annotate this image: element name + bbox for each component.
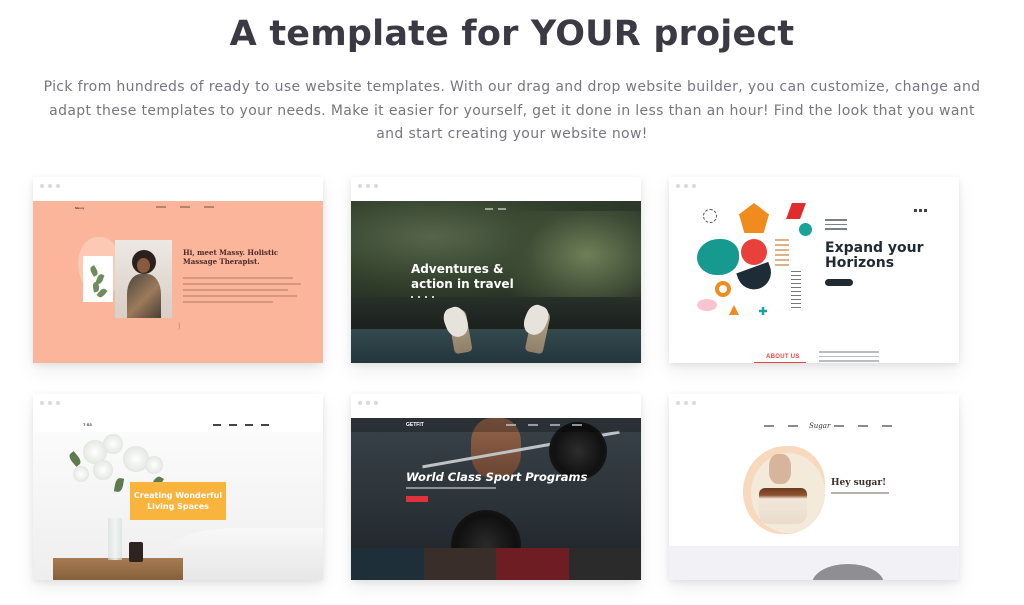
template-headline: Creating Wonderful Living Spaces	[130, 482, 226, 520]
window-dots	[40, 184, 60, 188]
template-preview: Expand your Horizons ABOUT US	[669, 201, 959, 363]
page-title: A template for YOUR project	[229, 14, 795, 54]
template-card-sport[interactable]: GETFIT World Class Sport Programs	[351, 394, 641, 580]
template-logo: GETFIT	[406, 422, 424, 428]
cta-button	[406, 496, 428, 502]
plant-image	[83, 256, 113, 302]
browser-chrome	[351, 177, 641, 201]
vase-image	[108, 518, 122, 560]
template-headline: Adventures & action in travel	[411, 262, 514, 291]
bed-image	[168, 528, 323, 580]
template-headline: Expand your Horizons	[825, 240, 924, 271]
template-headline: Hey sugar!	[831, 478, 887, 488]
section-label: ABOUT US	[766, 354, 800, 360]
template-card-massy[interactable]: Massy Hi, meet Massy. Holistic Massage T…	[33, 177, 323, 363]
template-preview: Massy Hi, meet Massy. Holistic Massage T…	[33, 201, 323, 363]
template-headline: Hi, meet Massy. Holistic Massage Therapi…	[183, 248, 279, 266]
candle-image	[129, 542, 143, 562]
template-preview: T·S3 Creating Wonderful Living Spaces	[33, 418, 323, 580]
window-dots	[358, 401, 378, 405]
template-headline: World Class Sport Programs	[406, 470, 588, 484]
portrait-photo	[115, 240, 172, 318]
template-card-living-spaces[interactable]: T·S3 Creating Wonderful Living Spaces	[33, 394, 323, 580]
table-image	[53, 558, 183, 580]
browser-chrome	[669, 177, 959, 201]
cake-image	[759, 488, 807, 524]
template-preview: Adventures & action in travel	[351, 201, 641, 363]
template-preview: GETFIT World Class Sport Programs	[351, 418, 641, 580]
browser-chrome	[33, 394, 323, 418]
browser-chrome	[669, 394, 959, 418]
cta-button	[825, 279, 853, 286]
window-dots	[358, 184, 378, 188]
template-card-horizons[interactable]: Expand your Horizons ABOUT US	[669, 177, 959, 363]
browser-chrome	[33, 177, 323, 201]
page-description: Pick from hundreds of ready to use websi…	[43, 79, 981, 142]
template-logo: T·S3	[83, 422, 92, 427]
browser-chrome	[351, 394, 641, 418]
template-logo: Sugar	[809, 422, 831, 430]
window-dots	[40, 401, 60, 405]
window-dots	[676, 401, 696, 405]
hand-image	[769, 454, 791, 484]
window-dots	[676, 184, 696, 188]
template-preview: Sugar Hey sugar!	[669, 418, 959, 580]
template-card-sugar[interactable]: Sugar Hey sugar!	[669, 394, 959, 580]
template-logo: Massy	[75, 206, 85, 210]
template-card-adventures[interactable]: Adventures & action in travel	[351, 177, 641, 363]
